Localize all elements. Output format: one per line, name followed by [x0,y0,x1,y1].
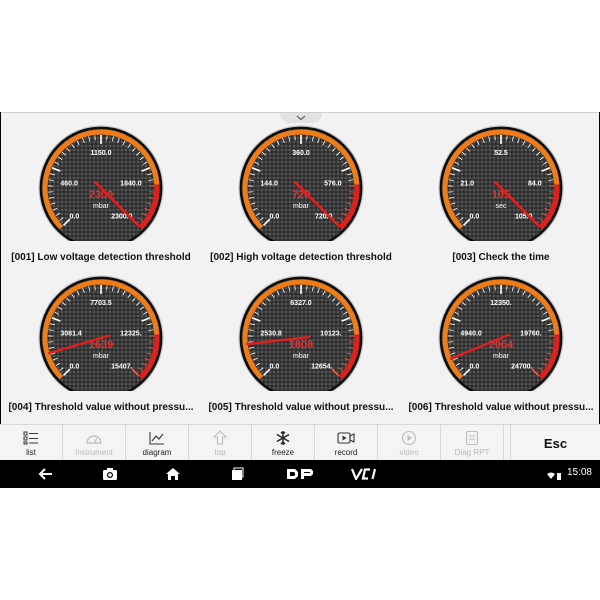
gauge-label: [005] Threshold value without pressu... [208,402,394,413]
instrument-label: Instrument [75,447,113,457]
diag-rpt-label: Diag RPT [454,447,490,457]
line-chart-icon [149,431,164,445]
report-icon [465,430,479,445]
gauge-tick-label: 0.0 [70,364,80,371]
gauge-unit: mbar [93,353,110,360]
gauge-tick-label: 12350. [490,300,511,307]
gauge-006: 0.0 4940.0 12350. 19760. 24700. 2064 mbar [006]… [401,271,600,421]
gauge-tick-label: 10123. [320,330,341,337]
gauge-dial: 0.0144.0360.0576.0720.0720mbar [238,125,364,241]
gauge-unit: mbar [493,353,510,360]
gauge-tick-label: 12325. [120,330,141,337]
gauge-unit: mbar [293,203,310,210]
gauge-tick-label: 12654. [311,364,332,371]
home-button[interactable] [165,466,181,482]
video-label: video [399,447,419,457]
gauge-tick-label: 19760. [520,330,541,337]
gauge-tick-label: 0.0 [270,214,280,221]
gauge-tick-label: 1150.0 [90,150,111,157]
instrument-button[interactable]: Instrument [63,425,126,461]
screenshot-button[interactable] [102,466,118,482]
gauge-tick-label: 460.0 [60,180,78,187]
record-button[interactable]: record [315,425,378,461]
system-nav-bar: 15:08 [0,460,600,488]
back-arrow-icon [38,468,52,480]
gauge-tick-label: 3081.4 [60,330,82,337]
gauge-label: [002] High voltage detection threshold [210,252,392,263]
gauge-tick-label: 24700. [511,364,532,371]
freeze-button[interactable]: freeze [252,425,315,461]
gauge-tick-label: 0.0 [270,364,280,371]
gauge-tick-label: 21.0 [460,180,474,187]
gauge-unit: mbar [293,353,310,360]
gauge-tick-label: 6327.0 [290,300,312,307]
arrow-up-icon [213,430,227,445]
gauge-unit: mbar [93,203,110,210]
vci-logo-button[interactable] [350,466,380,482]
gauge-dial: 0.0 2530.8 6327.0 10123. 12654. 1808 mbar [238,275,364,391]
gauge-dial: 0.03081.47703.512325.15407.1639mbar [38,275,164,391]
gauge-tick-label: 7703.5 [90,300,112,307]
diag-rpt-button[interactable]: Diag RPT [441,425,504,461]
gauge-005: 0.0 2530.8 6327.0 10123. 12654. 1808 mbar [005]… [201,271,401,421]
record-label: record [334,447,358,457]
clock-text: 15:08 [566,467,592,478]
gauge-panel: 0.0 460.0 1150.0 1840.0 2300.0 2300 mbar [001] … [1,112,599,425]
gauge-tick-label: 2530.8 [260,330,282,337]
status-icons [547,468,563,484]
gauge-tick-label: 144.0 [260,180,278,187]
home-icon [166,468,180,480]
gauge-tick-label: 0.0 [470,364,480,371]
gauge-tick-label: 0.0 [470,214,480,221]
gauge-label: [003] Check the time [452,252,550,263]
dp-logo-button[interactable] [286,466,314,482]
gauge-tick-label: 360.0 [292,150,310,157]
list-icon [23,431,38,444]
gauge-tick-label: 0.0 [70,214,80,221]
gauge-dial: 0.04940.012350.19760.24700.2064mbar [438,275,564,391]
esc-button[interactable]: Esc [511,425,600,461]
list-label: list [26,447,36,457]
gauge-001: 0.0 460.0 1150.0 1840.0 2300.0 2300 mbar [001] … [1,121,201,271]
dp-logo-icon [287,469,313,479]
top-label: top [214,447,226,457]
play-circle-icon [401,430,417,445]
snowflake-icon [276,430,290,445]
app-screen: 0.0 460.0 1150.0 1840.0 2300.0 2300 mbar [001] … [0,112,600,488]
gauge-dial: 0.0460.01150.01840.02300.02300mbar [38,125,164,241]
gauge-icon [86,434,102,444]
freeze-label: freeze [271,447,295,457]
gauge-tick-label: 15407. [111,364,132,371]
list-button[interactable]: list [0,425,63,461]
gauge-tick-label: 52.5 [494,150,508,157]
wifi-battery-icon [547,472,561,480]
video-camera-icon [337,431,355,444]
diagram-button[interactable]: diagram [126,425,189,461]
toolbar-spacer [504,425,511,461]
recent-apps-button[interactable] [230,466,244,482]
bottom-toolbar: list Instrument diagram top freeze recor… [0,424,600,461]
gauge-value: 1808 [289,339,313,351]
gauge-002: 0.0 144.0 360.0 576.0 720.0 720 mbar [002] High… [201,121,401,271]
top-button[interactable]: top [189,425,252,461]
gauge-tick-label: 576.0 [324,180,342,187]
video-button[interactable]: video [378,425,441,461]
gauge-003: 0.0 21.0 52.5 84.0 105.0 105 sec [003] Check th… [401,121,600,271]
recent-apps-icon [232,467,244,480]
gauge-unit: sec [496,203,507,210]
gauge-tick-label: 84.0 [528,180,542,187]
gauge-label: [006] Threshold value without pressu... [408,402,594,413]
gauge-004: 0.0 3081.4 7703.5 12325. 15407. 1639 mbar [004]… [1,271,201,421]
gauge-label: [004] Threshold value without pressu... [8,402,194,413]
camera-icon [103,468,117,480]
gauge-label: [001] Low voltage detection threshold [11,252,191,263]
gauge-dial: 0.021.052.584.0105.0105sec [438,125,564,241]
gauge-tick-label: 4940.0 [460,330,482,337]
back-button[interactable] [38,466,54,482]
gauge-tick-label: 1840.0 [120,180,142,187]
diagram-label: diagram [142,447,172,457]
vci-logo-icon [350,468,377,480]
